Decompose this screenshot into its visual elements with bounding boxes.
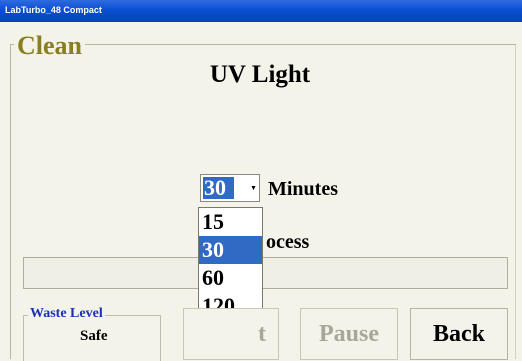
pause-button[interactable]: Pause [300, 308, 398, 360]
process-label: ocess [266, 231, 310, 253]
page-heading: UV Light [209, 61, 311, 88]
dropdown-arrow-icon[interactable]: ▼ [249, 177, 258, 199]
window-title: LabTurbo_48 Compact [5, 5, 102, 15]
window-title-bar: LabTurbo_48 Compact [0, 0, 522, 22]
start-button[interactable]: t [183, 308, 279, 360]
duration-option-60[interactable]: 60 [199, 264, 262, 292]
duration-selected-value: 30 [203, 177, 234, 199]
waste-level-value: Safe [80, 328, 108, 344]
start-button-label: t [258, 321, 266, 347]
waste-level-label: Waste Level [28, 306, 105, 322]
minutes-label: Minutes [268, 178, 338, 200]
progress-bar [23, 257, 508, 289]
back-button[interactable]: Back [410, 308, 508, 360]
duration-option-15[interactable]: 15 [199, 208, 262, 236]
back-button-label: Back [432, 321, 485, 347]
duration-combobox[interactable]: 30 ▼ [200, 174, 260, 202]
duration-option-30[interactable]: 30 [199, 236, 262, 264]
pause-button-label: Pause [319, 321, 379, 347]
section-title: Clean [14, 31, 85, 61]
